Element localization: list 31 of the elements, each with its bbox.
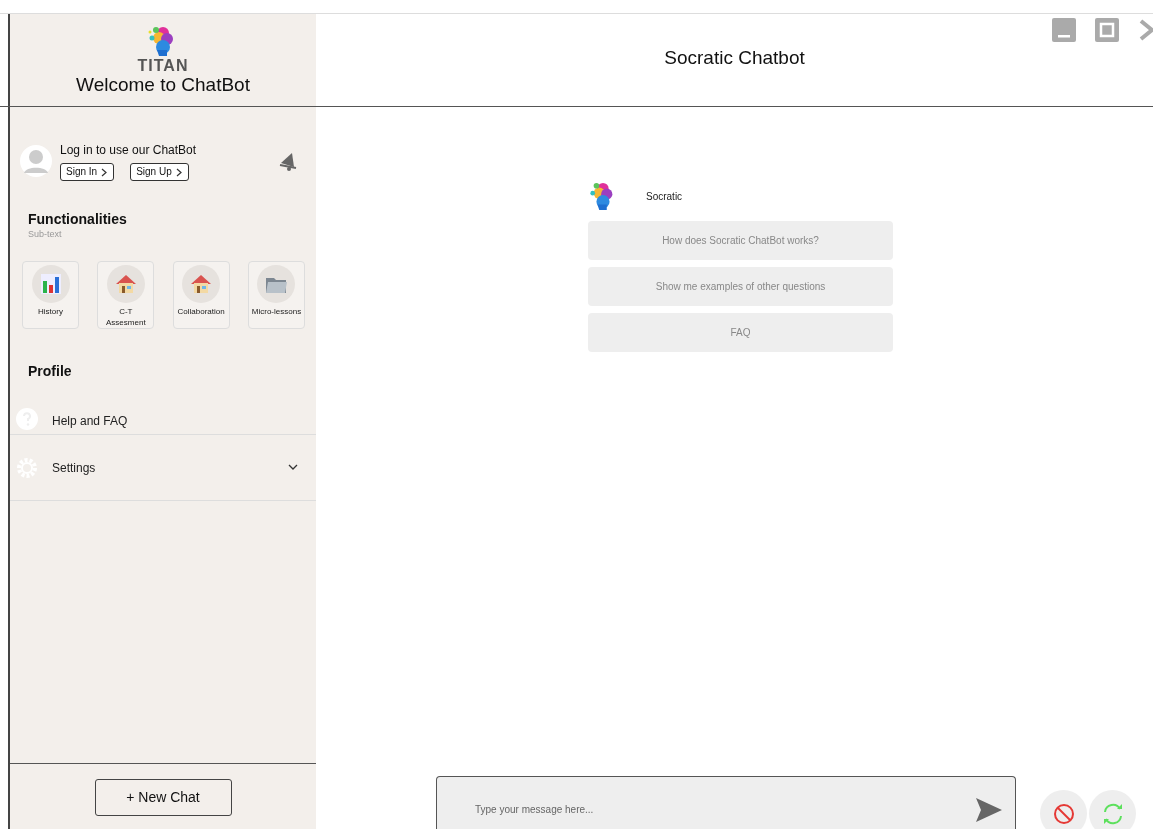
- bar-chart-icon: [38, 272, 63, 297]
- feature-tile[interactable]: C-T Assesment: [97, 261, 155, 330]
- chevron-right-icon: [175, 167, 183, 177]
- sidebar-title: Welcome to ChatBot: [76, 73, 250, 97]
- new-chat-button[interactable]: + New Chat: [94, 778, 232, 816]
- auth-button[interactable]: Sign Up: [130, 163, 189, 181]
- chat-title: Socratic Chatbot: [664, 45, 805, 70]
- minimize-icon[interactable]: [1052, 18, 1076, 42]
- feature-tile[interactable]: Collaboration: [172, 261, 230, 330]
- avatar-icon: [20, 145, 52, 177]
- chevron-right-icon: [101, 167, 109, 177]
- send-icon[interactable]: [975, 796, 1003, 823]
- message-input[interactable]: Type your message here...: [436, 776, 1016, 829]
- auth-button[interactable]: Sign In: [60, 163, 115, 181]
- bell-icon[interactable]: [278, 151, 298, 171]
- stop-button[interactable]: [1040, 790, 1087, 829]
- feature-tile[interactable]: History: [22, 261, 79, 330]
- feature-tile[interactable]: Micro-lessons: [248, 261, 305, 330]
- maximize-icon[interactable]: [1095, 18, 1119, 42]
- close-icon[interactable]: [1138, 18, 1153, 42]
- bot-name: Socratic: [646, 189, 683, 204]
- menu-item[interactable]: Help and FAQ: [52, 412, 298, 431]
- section-heading: Functionalities: [28, 211, 128, 228]
- prohibited-icon: [1052, 802, 1075, 825]
- section-heading: Profile: [27, 362, 73, 381]
- login-prompt: Log in to use our ChatBot: [60, 142, 198, 159]
- chevron-icon[interactable]: [288, 464, 298, 472]
- menu-item[interactable]: Settings: [52, 458, 288, 477]
- message-field[interactable]: Type your message here...: [473, 777, 975, 829]
- section-subtext: Sub-text: [28, 227, 63, 241]
- brand-name: TITAN: [137, 57, 189, 74]
